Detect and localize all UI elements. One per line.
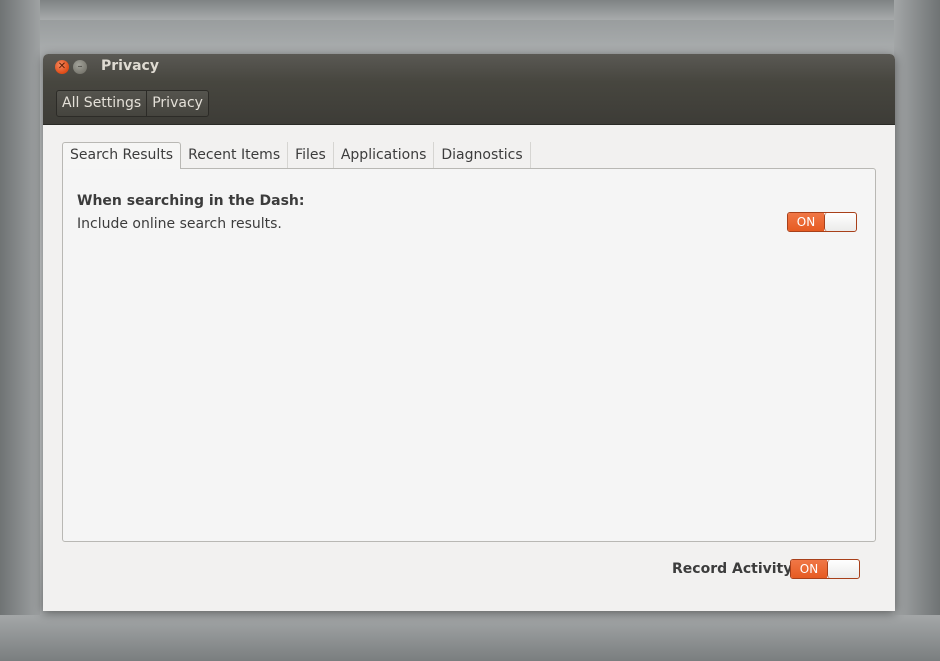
desktop-backdrop-top <box>0 0 940 20</box>
record-activity-toggle[interactable]: ON <box>790 559 860 579</box>
toggle-knob <box>827 560 859 578</box>
search-results-panel: When searching in the Dash: Include onli… <box>62 168 876 542</box>
section-heading: When searching in the Dash: <box>77 193 305 209</box>
toggle-on-label: ON <box>788 213 824 231</box>
online-results-toggle[interactable]: ON <box>787 212 857 232</box>
window-titlebar: ✕ – Privacy All Settings Privacy <box>43 54 895 125</box>
window-title: Privacy <box>101 58 159 74</box>
breadcrumb-privacy[interactable]: Privacy <box>146 91 208 116</box>
close-icon[interactable]: ✕ <box>55 60 69 74</box>
tab-search-results[interactable]: Search Results <box>62 142 182 169</box>
privacy-window: ✕ – Privacy All Settings Privacy Search … <box>43 54 895 611</box>
tab-bar: Search Results Recent Items Files Applic… <box>62 142 531 169</box>
minimize-icon[interactable]: – <box>73 60 87 74</box>
tab-recent-items[interactable]: Recent Items <box>181 142 289 168</box>
desktop-backdrop-left <box>0 0 40 661</box>
record-activity-label: Record Activity <box>672 561 793 577</box>
breadcrumb-all-settings[interactable]: All Settings <box>57 91 146 116</box>
desktop-backdrop-bottom <box>0 615 940 661</box>
toggle-on-label: ON <box>791 560 827 578</box>
desktop-backdrop-right <box>894 0 940 661</box>
toggle-knob <box>824 213 856 231</box>
breadcrumb: All Settings Privacy <box>56 90 209 117</box>
tab-files[interactable]: Files <box>288 142 334 168</box>
tab-diagnostics[interactable]: Diagnostics <box>434 142 531 168</box>
tab-applications[interactable]: Applications <box>334 142 435 168</box>
online-results-label: Include online search results. <box>77 216 282 232</box>
